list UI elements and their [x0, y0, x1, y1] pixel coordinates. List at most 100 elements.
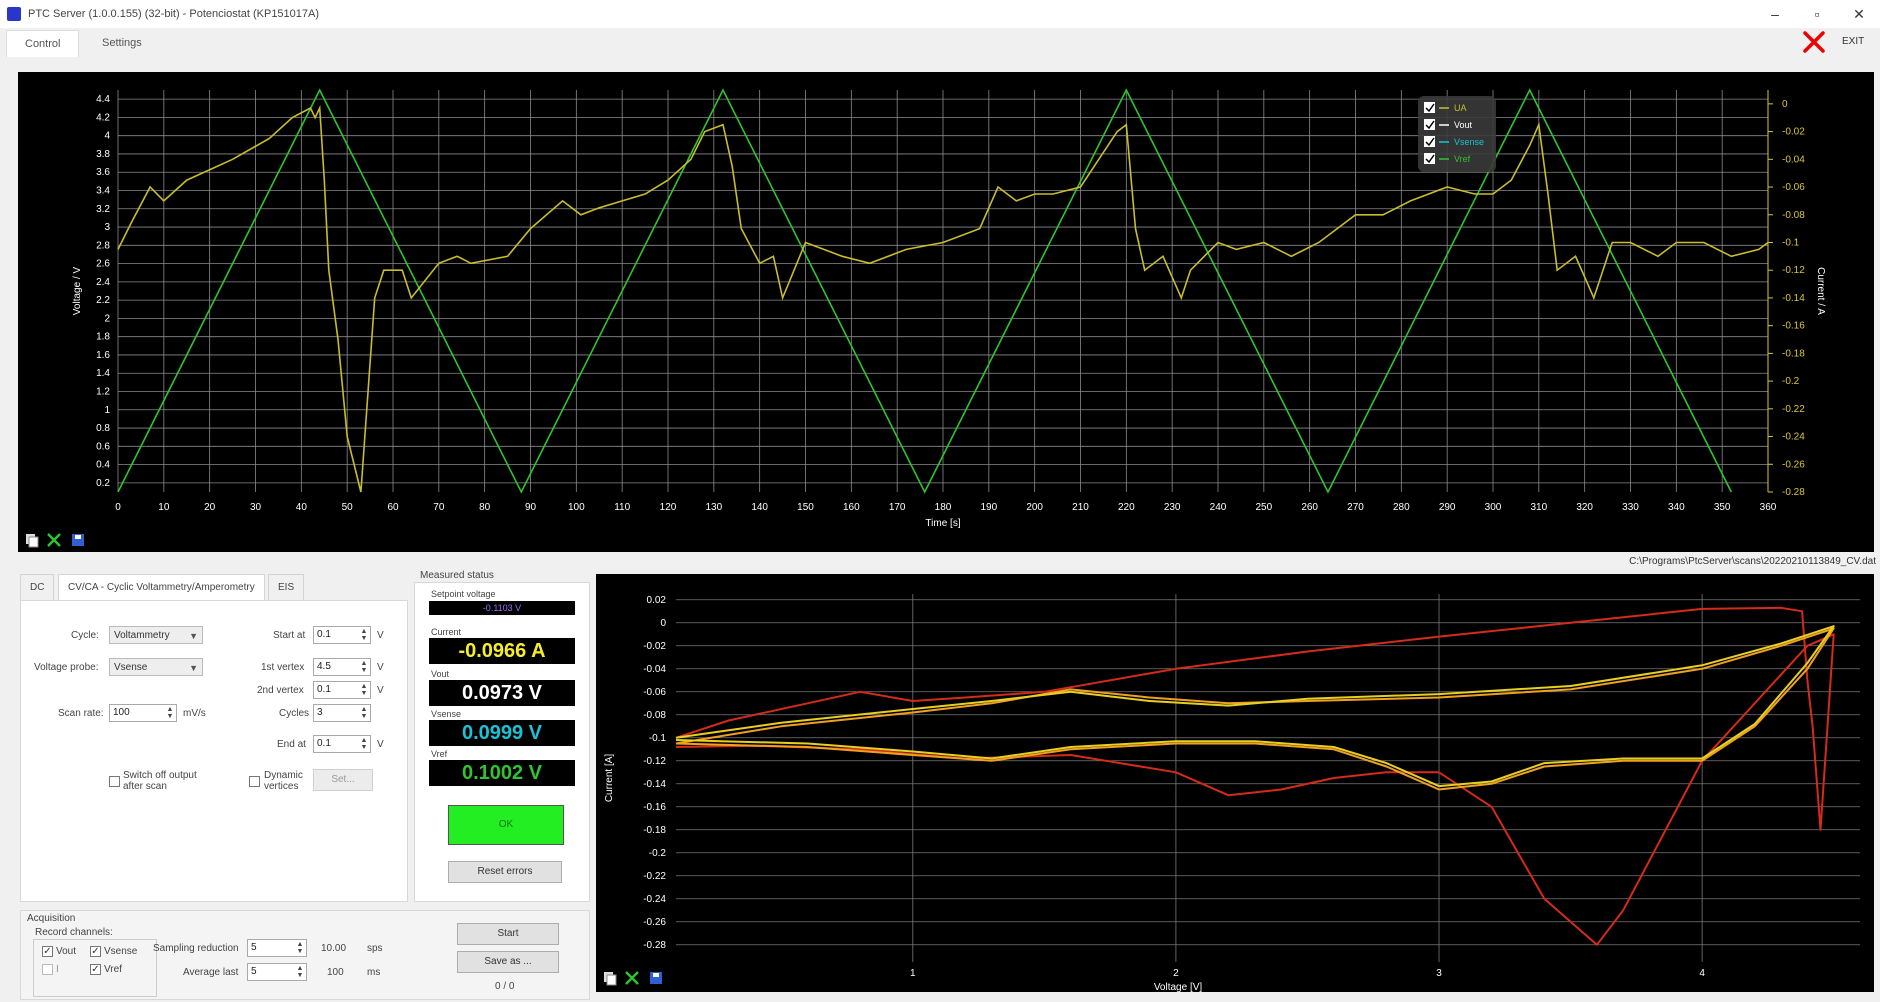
series-line-cycle1 [675, 606, 1835, 946]
vsense-channel-label: Vsense [104, 946, 138, 957]
y-tick-label: 0.6 [96, 441, 110, 452]
x-tick-label: 140 [751, 502, 768, 513]
y-tick-label: -0.04 [643, 664, 666, 675]
y-axis-label: Current [A] [604, 754, 615, 803]
vertex1-input[interactable]: 4.5 ▲ ▼ [313, 658, 371, 676]
x-tick-label: 50 [342, 502, 354, 513]
y-tick-label: -0.02 [643, 641, 666, 652]
vref-channel-label: Vref [104, 964, 122, 975]
cv-chart: 1 2 3 4 0.02 0 -0.02 -0.04 -0.06 -0.08 -0.1 -0.12 -0… [604, 594, 1860, 993]
start-input[interactable]: 0.1 ▲ ▼ [313, 626, 371, 644]
set-vertices-button[interactable]: Set... [313, 769, 373, 791]
average-last-input[interactable]: 5 ▲ ▼ [247, 963, 307, 981]
x-axis-label: Voltage [V] [1154, 982, 1203, 992]
x-tick-label: 270 [1347, 502, 1364, 513]
spin-arrows-icon[interactable]: ▲ ▼ [359, 683, 369, 697]
y-tick-label: 0.8 [96, 423, 110, 434]
x-tick-label: 320 [1576, 502, 1593, 513]
y-tick-label: 0.02 [647, 595, 667, 606]
start-button[interactable]: Start [457, 923, 559, 945]
x-tick-label: 300 [1485, 502, 1502, 513]
vout-checkbox[interactable]: ✓ [42, 946, 53, 957]
vref-checkbox[interactable]: ✓ [90, 964, 101, 975]
vsense-label: Vsense [431, 709, 462, 719]
start-label: Start at [273, 630, 306, 641]
file-path: C:\Programs\PtcServer\scans\202202101138… [1629, 556, 1876, 567]
y-tick-label: 2.4 [96, 277, 110, 288]
x-tick-label: 110 [614, 502, 630, 513]
tab-dc[interactable]: DC [20, 574, 55, 601]
vref-readout: 0.1002 V [429, 760, 575, 786]
end-input[interactable]: 0.1 ▲ ▼ [313, 735, 371, 753]
x-tick-label: 70 [433, 502, 445, 513]
cycle-select[interactable]: Voltammetry ▼ [109, 626, 203, 644]
vertex1-label: 1st vertex [261, 662, 305, 673]
cycles-input[interactable]: 3 ▲ ▼ [313, 704, 371, 722]
tab-eis[interactable]: EIS [268, 574, 305, 601]
spin-arrows-icon[interactable]: ▲ ▼ [359, 660, 369, 674]
maximize-button[interactable]: ▫ [1802, 4, 1832, 24]
spin-arrows-icon[interactable]: ▲ ▼ [295, 941, 305, 955]
y-tick-label: 3.6 [96, 167, 110, 178]
y-tick-label: 2 [104, 313, 110, 324]
x-tick-label: 350 [1714, 502, 1731, 513]
tab-settings[interactable]: Settings [84, 30, 160, 56]
measured-status-title: Measured status [420, 570, 494, 581]
cycles-label: Cycles [279, 708, 310, 719]
y-tick-label: 0 [660, 618, 666, 629]
cycle-label: Cycle: [71, 630, 99, 641]
x-tick-label: 30 [250, 502, 262, 513]
x-tick-label: 40 [296, 502, 308, 513]
x-tick-label: 120 [660, 502, 677, 513]
exit-label: EXIT [1842, 36, 1865, 47]
y2-tick-label: -0.06 [1782, 182, 1805, 193]
spin-arrows-icon[interactable]: ▲ ▼ [359, 628, 369, 642]
save-icon [75, 535, 81, 539]
spin-arrows-icon[interactable]: ▲ ▼ [295, 965, 305, 979]
probe-select[interactable]: Vsense ▼ [109, 658, 203, 676]
sampling-readout: 10.00 [321, 943, 347, 954]
minimize-button[interactable]: – [1760, 4, 1790, 24]
acquisition-panel: Acquisition Record channels: ✓ Vout ✓ Vs… [20, 910, 590, 1000]
tab-cv-ca[interactable]: CV/CA - Cyclic Voltammetry/Amperometry [58, 574, 265, 601]
dynamic-vertices-checkbox[interactable] [249, 776, 260, 787]
x-tick-label: 170 [889, 502, 906, 513]
y2-tick-label: -0.28 [1782, 487, 1805, 498]
x-tick-label: 230 [1164, 502, 1181, 513]
x-tick-label: 2 [1173, 968, 1179, 979]
current-label: Current [431, 627, 462, 637]
y-tick-label: 0.2 [96, 478, 110, 489]
x-tick-label: 290 [1439, 502, 1456, 513]
tab-control[interactable]: Control [6, 30, 80, 57]
y-tick-label: 2.8 [96, 240, 110, 251]
record-channels-box: ✓ Vout ✓ Vsense I ✓ Vref [33, 939, 157, 997]
save-icon [653, 973, 659, 977]
y2-tick-label: -0.24 [1782, 432, 1805, 443]
sampling-reduction-input[interactable]: 5 ▲ ▼ [247, 939, 307, 957]
x-tick-label: 220 [1118, 502, 1135, 513]
vsense-checkbox[interactable]: ✓ [90, 946, 101, 957]
chevron-down-icon: ▼ [189, 631, 198, 641]
y-tick-label: -0.18 [643, 825, 666, 836]
status-ok-indicator: OK [448, 805, 564, 845]
exit-button[interactable]: EXIT [1798, 28, 1876, 56]
y2-tick-label: -0.08 [1782, 210, 1805, 221]
y2-tick-label: -0.02 [1782, 127, 1805, 138]
legend-label-ua: UA [1454, 103, 1467, 113]
close-button[interactable]: ✕ [1844, 4, 1874, 24]
spin-arrows-icon[interactable]: ▲ ▼ [359, 737, 369, 751]
spin-arrows-icon[interactable]: ▲ ▼ [165, 706, 175, 720]
x-tick-label: 100 [568, 502, 585, 513]
average-last-label: Average last [183, 967, 239, 978]
scanrate-input[interactable]: 100 ▲ ▼ [109, 704, 177, 722]
y-tick-label: -0.24 [643, 894, 666, 905]
reset-errors-button[interactable]: Reset errors [448, 861, 562, 883]
save-as-button[interactable]: Save as ... [457, 951, 559, 973]
vertex2-input[interactable]: 0.1 ▲ ▼ [313, 681, 371, 699]
x-tick-label: 260 [1301, 502, 1318, 513]
x-tick-label: 0 [115, 502, 121, 513]
switch-off-checkbox[interactable] [109, 776, 120, 787]
spin-arrows-icon[interactable]: ▲ ▼ [359, 706, 369, 720]
y-tick-label: -0.2 [649, 848, 667, 859]
i-checkbox[interactable] [42, 964, 53, 975]
